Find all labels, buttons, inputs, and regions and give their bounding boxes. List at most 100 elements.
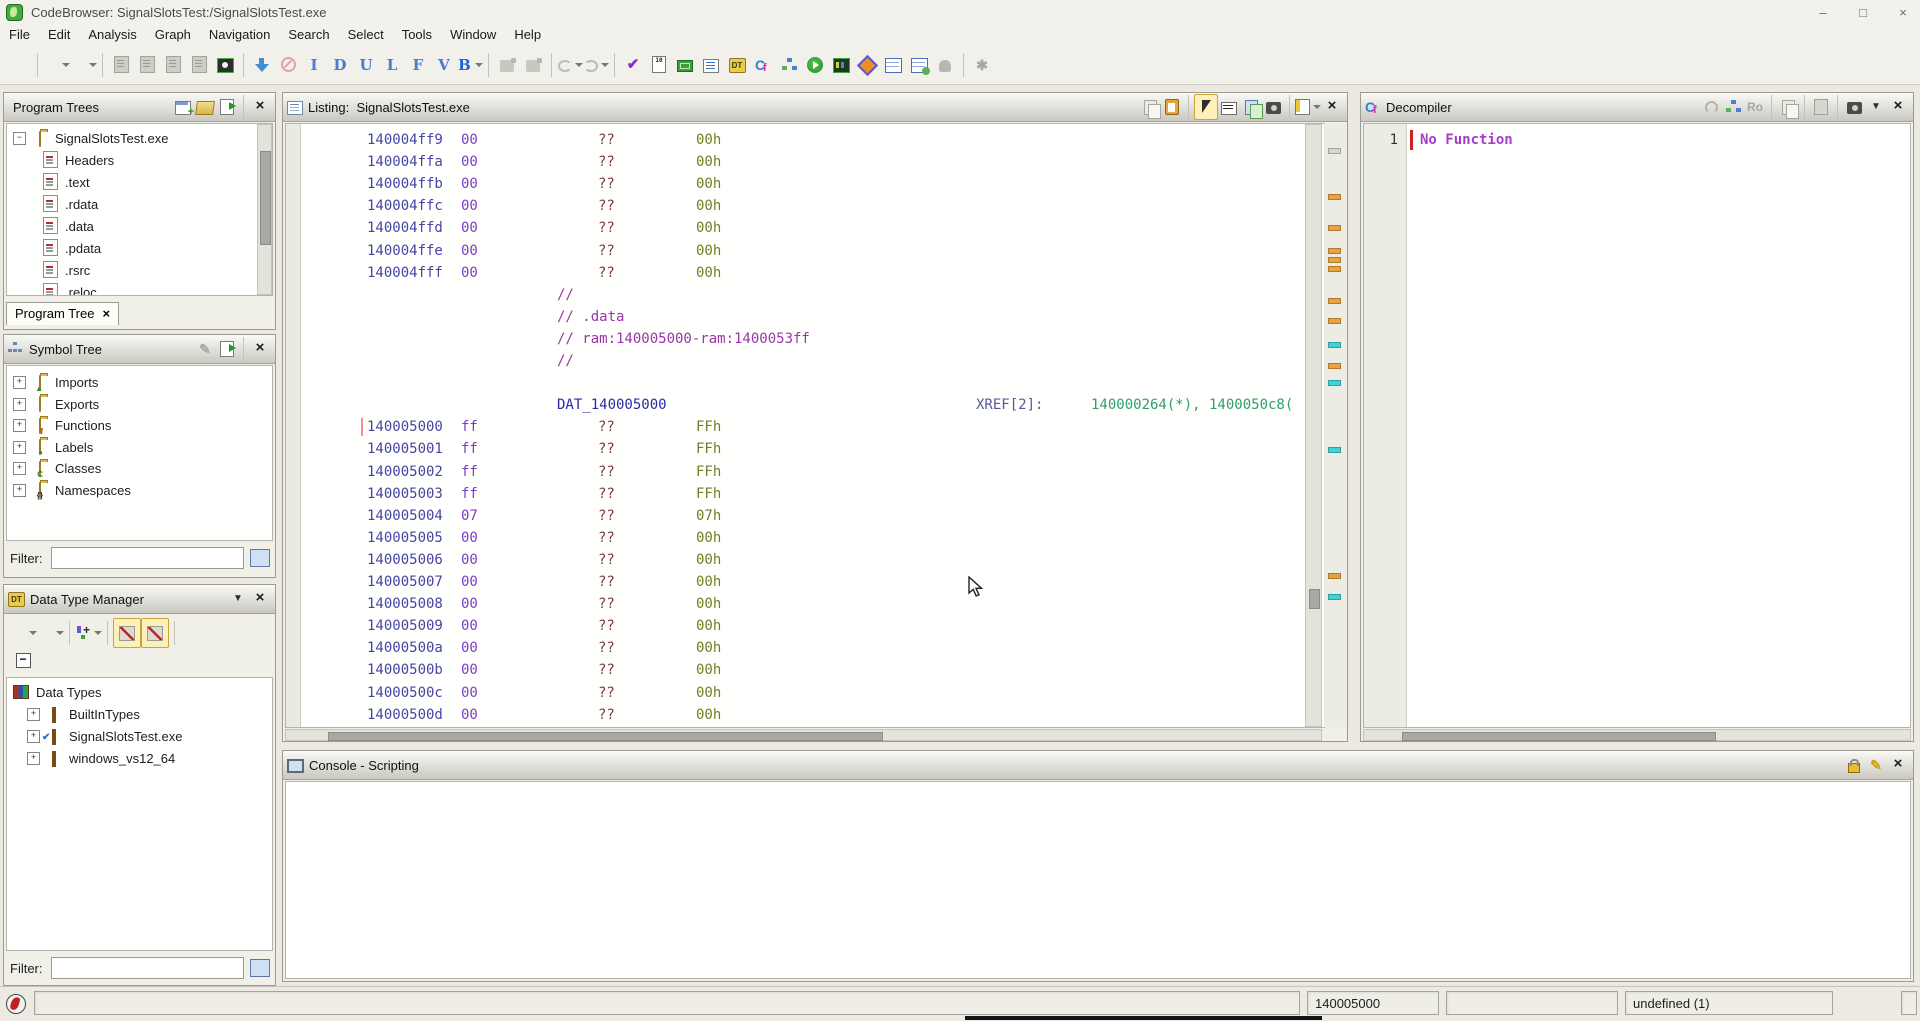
camera-button[interactable] <box>1262 95 1284 119</box>
tree-item-windows-vs12-64[interactable]: +windows_vs12_64 <box>27 748 175 769</box>
dropdown-button[interactable]: ▼ <box>227 587 249 611</box>
filter1-button[interactable] <box>113 618 141 648</box>
console-output[interactable] <box>285 781 1911 979</box>
listing-line[interactable]: 140005002ff??FFh <box>301 461 1305 483</box>
snapshot-button[interactable] <box>212 51 238 79</box>
assoc-button[interactable] <box>75 619 102 647</box>
cursor-button[interactable] <box>1194 94 1218 120</box>
tree-item-namespaces[interactable]: +{}Namespaces <box>13 480 131 501</box>
menu-analysis[interactable]: Analysis <box>79 25 145 44</box>
format-l-button[interactable]: L <box>379 51 405 79</box>
listing-line[interactable]: 14000500900??00h <box>301 615 1305 637</box>
nav4-button[interactable] <box>186 51 212 79</box>
expander-icon[interactable]: + <box>27 730 40 743</box>
symbol-filter-input[interactable] <box>51 547 245 569</box>
view-dropdown-caret[interactable] <box>1313 105 1321 109</box>
expander-icon[interactable]: − <box>13 132 26 145</box>
listing-line[interactable]: 140005003ff??FFh <box>301 483 1305 505</box>
listing-line[interactable]: 14000500700??00h <box>301 571 1305 593</box>
program-tree-view[interactable]: −SignalSlotsTest.exeHeaders.text.rdata.d… <box>6 123 273 296</box>
lock-button[interactable] <box>1843 753 1865 777</box>
listing-line[interactable]: 140005001ff??FFh <box>301 438 1305 460</box>
format-b-dropdown-caret[interactable] <box>475 63 483 67</box>
struct2-button[interactable] <box>520 51 546 79</box>
dtm-filter-input[interactable] <box>51 957 245 979</box>
listing-line[interactable]: 14000500d00??00h <box>301 704 1305 725</box>
clearpencil-button[interactable]: ✎ <box>1865 753 1887 777</box>
forward-dropdown-caret[interactable] <box>89 63 97 67</box>
listing-vscrollbar[interactable] <box>1305 124 1322 727</box>
collapse-button[interactable]: − <box>10 646 36 674</box>
play-button[interactable] <box>802 51 828 79</box>
tree-item-functions[interactable]: +fFunctions <box>13 415 111 436</box>
listing-line[interactable]: 140004ffc00??00h <box>301 195 1305 217</box>
navigation-marker[interactable] <box>1328 194 1341 200</box>
format-d-button[interactable]: D <box>327 51 353 79</box>
copy-button[interactable] <box>1139 95 1161 119</box>
close-button[interactable]: × <box>249 587 271 611</box>
navigation-marker[interactable] <box>1328 248 1341 254</box>
decompiler-view[interactable]: 1 No Function <box>1363 123 1911 728</box>
listing-hscrollbar[interactable] <box>285 729 1322 741</box>
listing-line[interactable]: 14000500c00??00h <box>301 682 1305 704</box>
new-tree-button[interactable] <box>172 95 194 119</box>
program-tree-scrollbar[interactable] <box>257 124 272 295</box>
tree-item-imports[interactable]: +▲Imports <box>13 372 98 393</box>
navigation-marker[interactable] <box>1328 318 1341 324</box>
expander-icon[interactable]: + <box>13 376 26 389</box>
navigation-marker[interactable] <box>1328 447 1341 453</box>
listing-line[interactable]: // .data <box>301 306 1305 328</box>
paste-button[interactable] <box>1161 95 1183 119</box>
ro-button[interactable]: Ro <box>1744 95 1766 119</box>
menu-search[interactable]: Search <box>279 25 338 44</box>
export-button[interactable] <box>216 95 238 119</box>
dtm-back-dropdown-caret[interactable] <box>29 631 37 635</box>
fields-button[interactable] <box>1218 95 1240 119</box>
format-b-button[interactable]: B <box>457 51 483 79</box>
tab-close-icon[interactable]: × <box>102 306 110 321</box>
close-button[interactable]: × <box>1321 95 1343 119</box>
callgraph-button[interactable] <box>1722 95 1744 119</box>
expander-icon[interactable]: + <box>13 419 26 432</box>
money-button[interactable] <box>672 51 698 79</box>
navigation-marker[interactable] <box>1328 380 1341 386</box>
tree-item-signalslotstest-exe[interactable]: −SignalSlotsTest.exe <box>13 128 168 149</box>
menu-tools[interactable]: Tools <box>393 25 441 44</box>
nav2-button[interactable] <box>134 51 160 79</box>
format-f-button[interactable]: F <box>405 51 431 79</box>
tree-item--rsrc[interactable]: .rsrc <box>43 260 90 281</box>
tree-item-exports[interactable]: +Exports <box>13 394 99 415</box>
navigation-marker[interactable] <box>1328 594 1341 600</box>
copy-button[interactable] <box>1777 95 1799 119</box>
expander-icon[interactable]: + <box>27 708 40 721</box>
tree-item-data-types[interactable]: Data Types <box>13 682 102 703</box>
close-button[interactable]: × <box>1887 95 1909 119</box>
gear-button[interactable]: ✱ <box>969 51 995 79</box>
listing-line[interactable]: 14000500600??00h <box>301 549 1305 571</box>
bytes-button[interactable]: 10 <box>646 51 672 79</box>
menu-edit[interactable]: Edit <box>39 25 79 44</box>
format-v-button[interactable]: V <box>431 51 457 79</box>
listing-marker-margin[interactable] <box>1324 124 1346 727</box>
listing-view[interactable]: 140004ff900??00h140004ffa00??00h140004ff… <box>285 123 1325 728</box>
callgraph-button[interactable] <box>776 51 802 79</box>
listing-line[interactable]: // <box>301 284 1305 306</box>
filter-options-icon[interactable] <box>250 549 270 567</box>
undo-button[interactable] <box>557 51 583 79</box>
expander-icon[interactable]: + <box>13 462 26 475</box>
open-folder-button[interactable] <box>194 95 216 119</box>
maximize-button[interactable]: □ <box>1852 5 1874 20</box>
expander-icon[interactable]: + <box>13 398 26 411</box>
tab-program-tree[interactable]: Program Tree × <box>6 302 119 325</box>
memory-button[interactable] <box>828 51 854 79</box>
format-u-button[interactable]: U <box>353 51 379 79</box>
assoc-dropdown-caret[interactable] <box>94 631 102 635</box>
tree-item--reloc[interactable]: .reloc <box>43 282 97 296</box>
forward-button[interactable] <box>70 51 97 79</box>
navigation-marker[interactable] <box>1328 573 1341 579</box>
dropdown-button[interactable]: ▼ <box>1865 95 1887 119</box>
redo-dropdown-caret[interactable] <box>601 63 609 67</box>
expander-icon[interactable]: + <box>27 752 40 765</box>
listing-line[interactable]: 14000500407??07h <box>301 505 1305 527</box>
back-button[interactable] <box>43 51 70 79</box>
